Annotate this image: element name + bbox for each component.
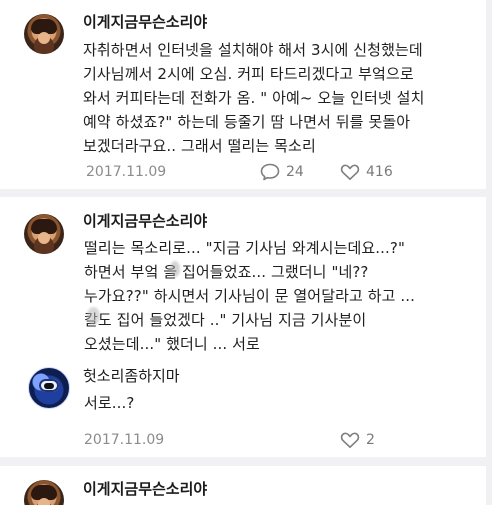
- reply-like-count[interactable]: 2: [339, 430, 375, 450]
- screenshot-page: 이게지금무슨소리야 자취하면서 인터넷을 설치해야 해서 3시에 신청했는데 기…: [0, 0, 492, 505]
- avatar: [24, 214, 64, 254]
- reply-text: 서로...?: [84, 394, 135, 412]
- post-card: 이게지금무슨소리야 자취하면서 인터넷을 설치해야 해서 3시에 신청했는데 기…: [0, 0, 486, 189]
- comment-thread-card: 이게지금무슨소리야 떨리는 목소리로... "지금 기사님 와계시는데요...?…: [0, 197, 486, 457]
- post-text: 자취하면서 인터넷을 설치해야 해서 3시에 신청했는데 기사님께서 2시에 오…: [83, 41, 425, 155]
- like-count[interactable]: 416: [339, 162, 393, 182]
- avatar: [24, 14, 64, 54]
- comment-icon: [260, 163, 280, 181]
- reply-avatar: [28, 367, 70, 409]
- reply-username: 헛소리좀하지마: [83, 367, 180, 385]
- heart-icon: [340, 164, 360, 180]
- reply-date: 2017.11.09: [84, 432, 165, 448]
- comment-count[interactable]: 24: [259, 162, 304, 182]
- avatar: [24, 480, 64, 505]
- comment-count-label: 24: [286, 164, 304, 180]
- post-date: 2017.11.09: [86, 164, 167, 180]
- redacted-mark: [170, 261, 180, 277]
- like-count-label: 416: [366, 164, 393, 180]
- reply-like-count-label: 2: [366, 432, 375, 448]
- redacted-mark: [87, 307, 100, 325]
- comment-text: 떨리는 목소리로... "지금 기사님 와계시는데요...?" 하면서 부엌 을…: [84, 239, 416, 353]
- post-card-partial: 이게지금무슨소리야: [0, 466, 486, 505]
- post-username: 이게지금무슨소리야: [83, 13, 208, 31]
- comment-username: 이게지금무슨소리야: [83, 212, 208, 230]
- post-username: 이게지금무슨소리야: [83, 480, 208, 498]
- heart-icon: [340, 432, 360, 448]
